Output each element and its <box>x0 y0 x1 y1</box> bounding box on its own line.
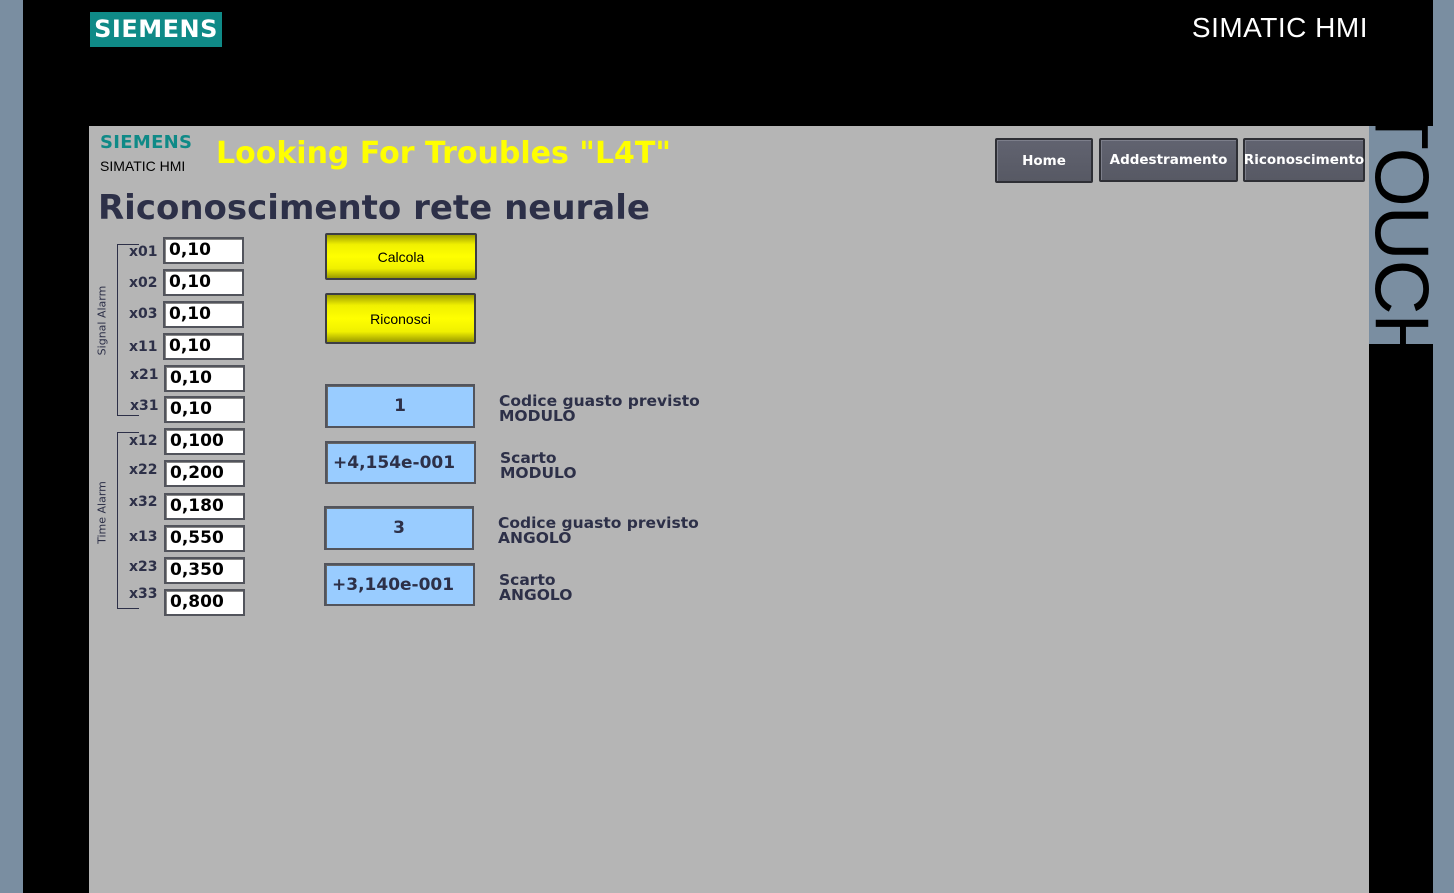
touch-label: TOUCH <box>1358 103 1444 367</box>
input-x13[interactable]: 0,550 <box>164 525 245 552</box>
input-label-x23: x23 <box>129 559 158 575</box>
signal-alarm-bracket <box>117 244 139 416</box>
addestramento-button[interactable]: Addestramento <box>1099 138 1238 182</box>
input-label-x33: x33 <box>129 586 158 602</box>
input-x12[interactable]: 0,100 <box>164 428 245 455</box>
signal-alarm-label: Signal Alarm <box>95 285 109 356</box>
input-x02[interactable]: 0,10 <box>163 269 244 296</box>
screen-siemens-logo: SIEMENS <box>100 132 193 153</box>
home-button[interactable]: Home <box>995 138 1093 183</box>
input-x23[interactable]: 0,350 <box>164 557 245 584</box>
input-label-x32: x32 <box>129 494 158 510</box>
label-scarto-angolo: Scarto ANGOLO <box>499 572 573 604</box>
label-codice-angolo: Codice guasto previsto ANGOLO <box>498 515 699 547</box>
output-scarto-modulo: +4,154e-001 <box>325 441 476 484</box>
page-title: Riconoscimento rete neurale <box>98 188 650 228</box>
touch-label-wrap: TOUCH <box>1359 103 1444 367</box>
input-label-x02: x02 <box>129 275 158 291</box>
input-x33[interactable]: 0,800 <box>164 589 245 616</box>
screen-product-name: SIMATIC HMI <box>100 158 186 174</box>
time-alarm-bracket <box>117 432 139 609</box>
label-codice-modulo: Codice guasto previsto MODULO <box>499 393 700 425</box>
riconosci-button[interactable]: Riconosci <box>325 293 476 344</box>
input-x32[interactable]: 0,180 <box>164 493 245 520</box>
app-title: Looking For Troubles "L4T" <box>216 136 672 171</box>
bezel-siemens-logo: SIEMENS <box>90 12 222 47</box>
output-scarto-angolo: +3,140e-001 <box>324 563 475 606</box>
label-scarto-modulo-line2: MODULO <box>500 464 577 482</box>
input-label-x12: x12 <box>129 433 158 449</box>
input-x11[interactable]: 0,10 <box>163 333 244 360</box>
bezel-simatic-brand: SIMATIC HMI <box>1191 12 1368 43</box>
input-x22[interactable]: 0,200 <box>164 460 245 487</box>
output-codice-angolo: 3 <box>324 506 474 550</box>
time-alarm-label: Time Alarm <box>95 481 109 544</box>
label-scarto-modulo: Scarto MODULO <box>500 450 577 482</box>
input-label-x11: x11 <box>129 339 158 355</box>
output-codice-modulo: 1 <box>325 384 475 428</box>
input-x03[interactable]: 0,10 <box>163 301 244 328</box>
calcola-button[interactable]: Calcola <box>325 233 477 280</box>
input-label-x22: x22 <box>129 462 158 478</box>
input-label-x01: x01 <box>129 244 158 260</box>
hmi-screen: SIEMENS SIMATIC HMI Looking For Troubles… <box>89 126 1369 893</box>
input-label-x03: x03 <box>129 306 158 322</box>
input-label-x13: x13 <box>129 529 158 545</box>
riconoscimento-button[interactable]: Riconoscimento <box>1243 138 1365 182</box>
input-x21[interactable]: 0,10 <box>164 365 245 392</box>
input-label-x31: x31 <box>130 398 159 414</box>
label-scarto-angolo-line2: ANGOLO <box>499 586 573 604</box>
input-x01[interactable]: 0,10 <box>163 237 244 264</box>
label-codice-angolo-line2: ANGOLO <box>498 529 572 547</box>
input-x31[interactable]: 0,10 <box>164 396 245 423</box>
label-codice-modulo-line2: MODULO <box>499 407 576 425</box>
input-label-x21: x21 <box>130 367 159 383</box>
